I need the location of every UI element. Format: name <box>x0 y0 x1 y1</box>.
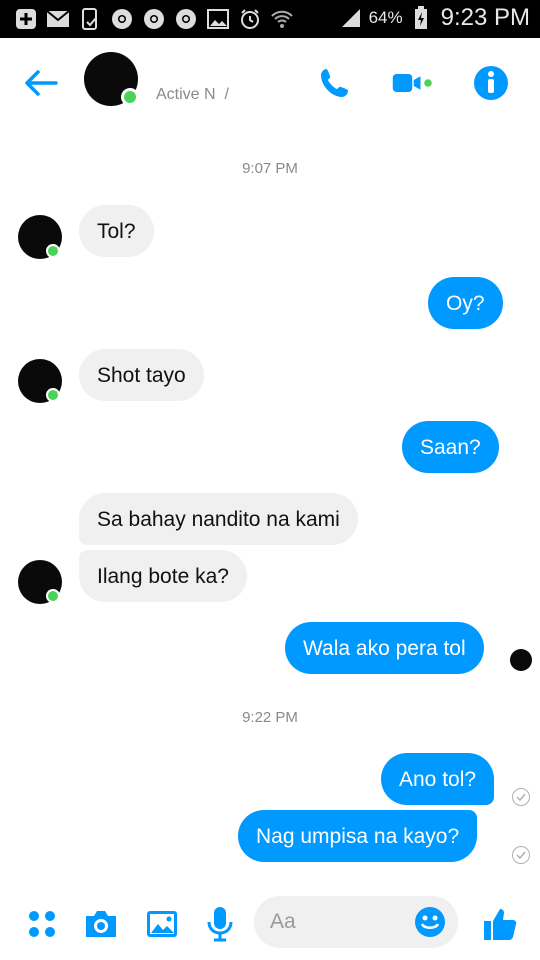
composer-bar <box>0 890 540 960</box>
camera-icon <box>86 911 116 937</box>
online-indicator <box>46 589 60 603</box>
emoji-icon <box>415 907 445 937</box>
call-button[interactable] <box>314 62 356 104</box>
signal-icon <box>339 6 363 30</box>
conversation-header: Active N / <box>0 38 540 126</box>
timestamp: 9:07 PM <box>242 160 298 177</box>
outgoing-message[interactable]: Ano tol? <box>381 753 495 805</box>
back-button[interactable] <box>20 62 62 104</box>
online-indicator <box>121 88 139 106</box>
wifi-icon <box>270 7 294 31</box>
chrome-icon <box>174 7 198 31</box>
sent-check-icon <box>512 788 530 806</box>
battery-percent: 64% <box>368 8 403 27</box>
info-button[interactable] <box>470 62 512 104</box>
image-icon <box>206 7 230 31</box>
timestamp: 9:22 PM <box>242 709 298 726</box>
clock: 9:23 PM <box>440 4 530 31</box>
four-dots-icon <box>29 911 55 937</box>
voice-button[interactable] <box>198 902 242 946</box>
incoming-message[interactable]: Ilang bote ka? <box>79 550 247 602</box>
gallery-button[interactable] <box>140 902 184 946</box>
microphone-icon <box>207 907 233 942</box>
incoming-message[interactable]: Tol? <box>79 205 154 257</box>
outgoing-message[interactable]: Nag umpisa na kayo? <box>238 810 478 862</box>
video-call-button[interactable] <box>392 62 434 104</box>
alarm-icon <box>238 7 262 31</box>
sent-check-icon <box>512 846 530 864</box>
outgoing-message[interactable]: Saan? <box>402 421 499 473</box>
phone-check-icon <box>78 7 102 31</box>
more-actions-button[interactable] <box>20 902 64 946</box>
online-indicator <box>46 244 60 258</box>
chrome-icon <box>142 7 166 31</box>
camera-button[interactable] <box>79 902 123 946</box>
status-bar: 64% 9:23 PM <box>0 0 540 38</box>
video-camera-icon <box>392 74 432 92</box>
phone-icon <box>321 69 348 97</box>
emoji-button[interactable] <box>412 904 448 940</box>
plus-box-icon <box>14 7 38 31</box>
back-arrow-icon <box>25 70 58 96</box>
notification-icons <box>14 7 294 31</box>
image-icon <box>147 911 177 937</box>
online-indicator <box>46 388 60 402</box>
outgoing-message[interactable]: Oy? <box>428 277 503 329</box>
seen-indicator <box>510 649 532 671</box>
like-button[interactable] <box>478 902 522 946</box>
battery-charging-icon <box>409 6 433 30</box>
mail-icon <box>46 7 70 31</box>
incoming-message[interactable]: Shot tayo <box>79 349 204 401</box>
chrome-icon <box>110 7 134 31</box>
incoming-message[interactable]: Sa bahay nandito na kami <box>79 493 358 545</box>
active-status: Active N / <box>156 86 229 103</box>
thumbs-up-icon <box>484 909 517 940</box>
info-icon <box>474 66 508 100</box>
outgoing-message[interactable]: Wala ako pera tol <box>285 622 484 674</box>
